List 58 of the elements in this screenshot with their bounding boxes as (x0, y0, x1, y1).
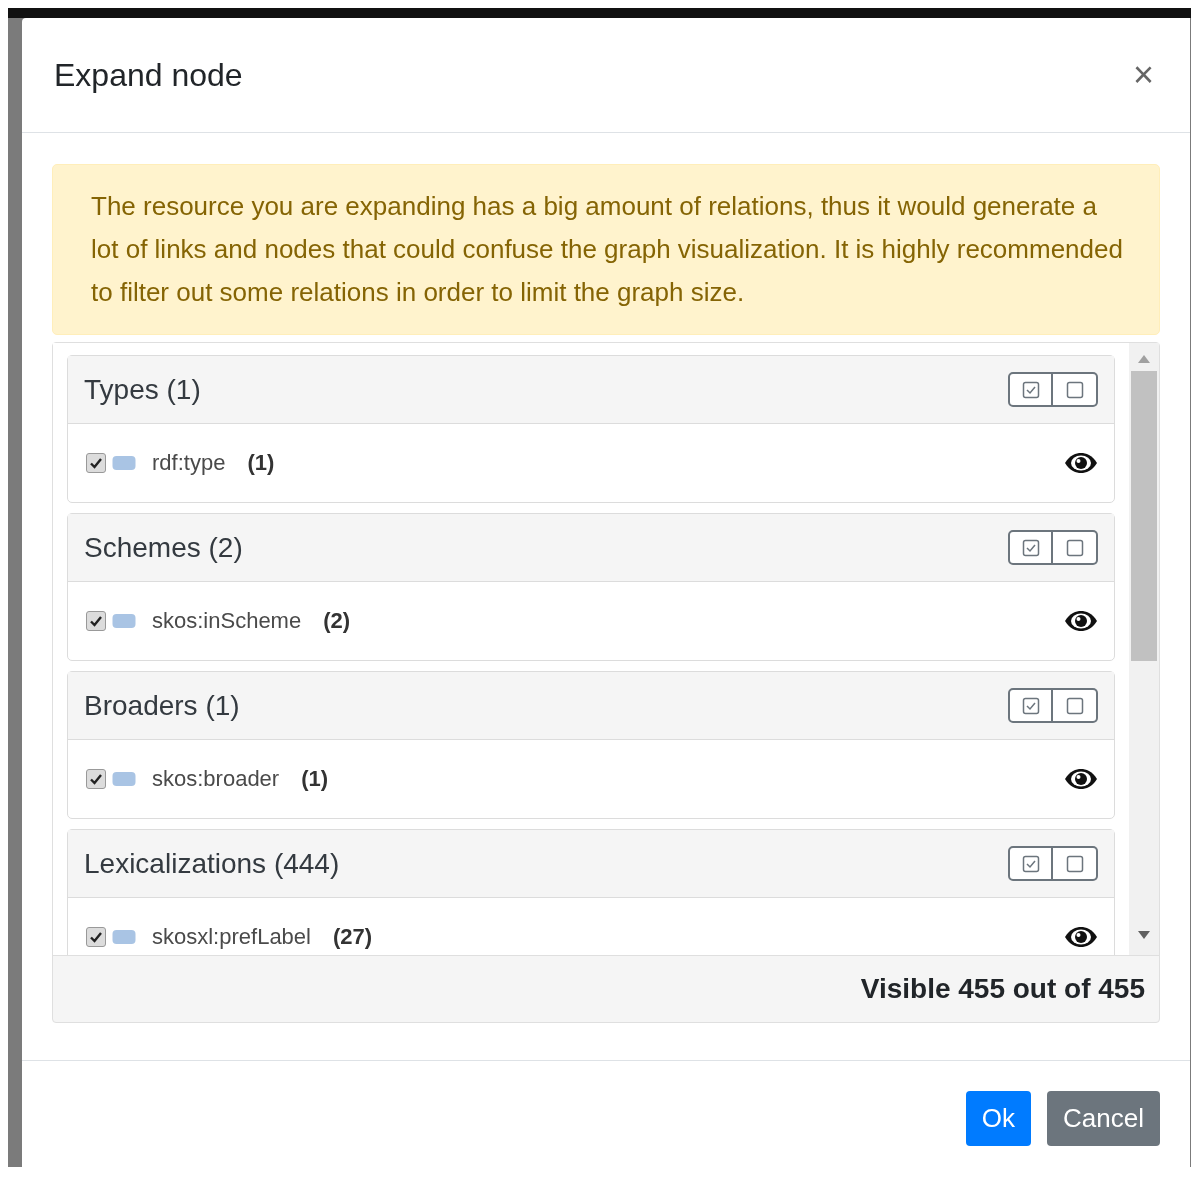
ok-button[interactable]: Ok (965, 1090, 1032, 1146)
relation-name: skos:inScheme (152, 608, 302, 634)
tag-icon (112, 613, 136, 629)
relation-name: skos:broader (152, 766, 280, 792)
relation-count: (1) (247, 450, 275, 476)
square-icon (1065, 696, 1084, 715)
visible-count: Visible 455 out of 455 (860, 973, 1145, 1005)
up-arrow-icon (1138, 355, 1150, 363)
check-all-button[interactable] (1008, 530, 1053, 565)
checked-square-icon (1021, 854, 1040, 873)
check-icon (89, 456, 103, 470)
group-title: Schemes (2) (84, 531, 243, 564)
check-all-button[interactable] (1008, 688, 1053, 723)
checkbox[interactable] (86, 611, 106, 631)
relation-name: rdf:type (152, 450, 226, 476)
eye-button[interactable] (1064, 452, 1098, 474)
eye-icon (1064, 926, 1098, 948)
check-icon (89, 772, 103, 786)
tag-icon (112, 929, 136, 945)
group-title: Lexicalizations (444) (84, 847, 340, 880)
group-title: Broaders (1) (84, 689, 240, 722)
eye-button[interactable] (1064, 768, 1098, 790)
check-all-button[interactable] (1008, 846, 1053, 881)
down-arrow-icon (1138, 931, 1150, 939)
eye-icon (1064, 768, 1098, 790)
checked-square-icon (1021, 538, 1040, 557)
check-all-button[interactable] (1008, 372, 1053, 407)
square-icon (1065, 854, 1084, 873)
checkbox[interactable] (86, 769, 106, 789)
warning-message: The resource you are expanding has a big amount of relations, thus it would generate a lot of links and nodes that could confuse the graph visualization. It is highly recommended to filter out some relations in order to limit the graph size. (52, 164, 1160, 335)
tag-icon (112, 455, 136, 471)
check-icon (89, 930, 103, 944)
relation-name: skosxl:prefLabel (152, 924, 311, 950)
square-icon (1065, 538, 1084, 557)
eye-button[interactable] (1064, 610, 1098, 632)
uncheck-all-button[interactable] (1053, 530, 1098, 565)
uncheck-all-button[interactable] (1053, 372, 1098, 407)
check-icon (89, 614, 103, 628)
checked-square-icon (1021, 696, 1040, 715)
relation-count: (27) (333, 924, 373, 950)
scrollbar[interactable] (1129, 343, 1159, 955)
dialog-title: Expand node (54, 56, 243, 94)
checkbox[interactable] (86, 927, 106, 947)
relation-count: (1) (301, 766, 329, 792)
square-icon (1065, 380, 1084, 399)
tag-icon (112, 771, 136, 787)
eye-icon (1064, 610, 1098, 632)
close-button[interactable]: × (1128, 57, 1158, 93)
scrollbar-thumb[interactable] (1131, 371, 1157, 661)
checkbox[interactable] (86, 453, 106, 473)
relation-count: (2) (323, 608, 351, 634)
group-title: Types (1) (84, 373, 201, 406)
eye-button[interactable] (1064, 926, 1098, 948)
eye-icon (1064, 452, 1098, 474)
checked-square-icon (1021, 380, 1040, 399)
uncheck-all-button[interactable] (1053, 846, 1098, 881)
cancel-button[interactable]: Cancel (1047, 1090, 1160, 1146)
uncheck-all-button[interactable] (1053, 688, 1098, 723)
